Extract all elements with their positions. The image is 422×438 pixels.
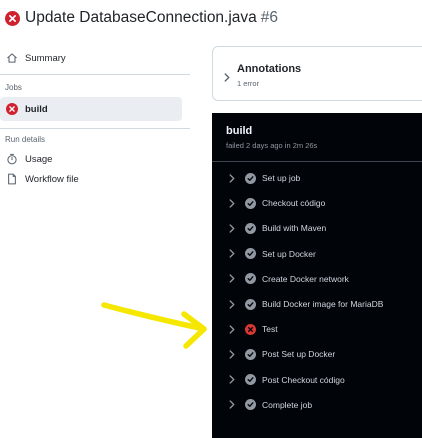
chevron-right-icon (229, 375, 238, 384)
job-step-label: Build with Maven (262, 223, 327, 234)
run-title: Update DatabaseConnection.java (25, 9, 257, 26)
check-circle-fill-icon (245, 399, 256, 411)
jobs-heading: Jobs (5, 83, 22, 92)
x-circle-fill-icon (245, 323, 256, 335)
job-step-label: Create Docker network (262, 273, 349, 284)
chevron-right-icon (229, 224, 238, 233)
file-icon (4, 171, 20, 187)
check-circle-fill-icon (245, 298, 256, 310)
check-circle-fill-icon (245, 273, 256, 285)
job-step[interactable]: Post Checkout código (212, 370, 422, 390)
job-step-label: Post Checkout código (262, 374, 345, 385)
sidebar-item-summary[interactable]: Summary (0, 46, 182, 70)
x-circle-fill-icon (5, 11, 20, 26)
annotations-count: 1 error (237, 79, 260, 88)
chevron-right-icon (229, 400, 238, 409)
highlight-arrow-icon (101, 302, 207, 349)
job-step-label: Set up Docker (262, 248, 316, 259)
job-step[interactable]: Test (212, 319, 422, 339)
check-circle-fill-icon (245, 197, 256, 209)
sidebar-item-label: build (25, 103, 48, 115)
chevron-right-icon (229, 173, 238, 183)
job-status-line: failed 2 days ago in 2m 26s (226, 141, 318, 150)
chevron-right-icon (229, 350, 238, 359)
check-circle-fill-icon (245, 222, 256, 234)
sidebar-item-workflow-file[interactable]: Workflow file (0, 167, 182, 191)
job-step-label: Post Set up Docker (262, 349, 336, 360)
stopwatch-icon (4, 151, 20, 167)
check-circle-fill-icon (245, 348, 256, 360)
sidebar-divider (0, 74, 190, 75)
sidebar-item-label: Summary (25, 52, 66, 64)
x-circle-fill-icon (4, 101, 20, 117)
check-circle-fill-icon (245, 374, 256, 386)
chevron-right-icon (229, 325, 238, 334)
job-step-label: Complete job (262, 399, 313, 410)
job-step-label: Build Docker image for MariaDB (262, 299, 384, 309)
chevron-right-icon (229, 249, 238, 258)
run-details-heading: Run details (5, 135, 46, 144)
job-step[interactable]: Complete job (212, 395, 422, 415)
job-step[interactable]: Set up job (212, 168, 422, 188)
chevron-right-icon (229, 274, 238, 283)
job-step[interactable]: Post Set up Docker (212, 344, 422, 364)
check-circle-fill-icon (245, 172, 256, 184)
annotations-panel[interactable]: Annotations 1 error (212, 46, 422, 101)
job-step-label: Test (262, 324, 278, 335)
job-step[interactable]: Checkout código (212, 193, 422, 213)
chevron-right-icon (224, 69, 230, 87)
chevron-right-icon (229, 299, 238, 309)
job-step[interactable]: Set up Docker (212, 244, 422, 264)
chevron-right-icon (229, 199, 238, 208)
job-name: build (226, 125, 253, 137)
sidebar-item-label: Usage (25, 153, 53, 165)
sidebar-item-build[interactable]: build (0, 97, 182, 121)
home-icon (4, 50, 20, 66)
job-log-panel: build failed 2 days ago in 2m 26s Set up… (212, 113, 422, 438)
log-divider (212, 161, 422, 162)
run-header: Update DatabaseConnection.java #6 (0, 0, 422, 40)
run-number: #6 (260, 9, 279, 26)
annotations-title: Annotations (237, 63, 302, 75)
job-step[interactable]: Build Docker image for MariaDB (212, 294, 422, 314)
page-title: Update DatabaseConnection.java #6 (25, 9, 278, 27)
sidebar-item-label: Workflow file (25, 173, 79, 185)
check-circle-fill-icon (245, 248, 256, 260)
sidebar-divider (0, 128, 190, 129)
job-step-label: Checkout código (262, 198, 326, 209)
job-step-label: Set up job (262, 173, 301, 183)
job-step[interactable]: Create Docker network (212, 269, 422, 289)
job-step[interactable]: Build with Maven (212, 218, 422, 238)
